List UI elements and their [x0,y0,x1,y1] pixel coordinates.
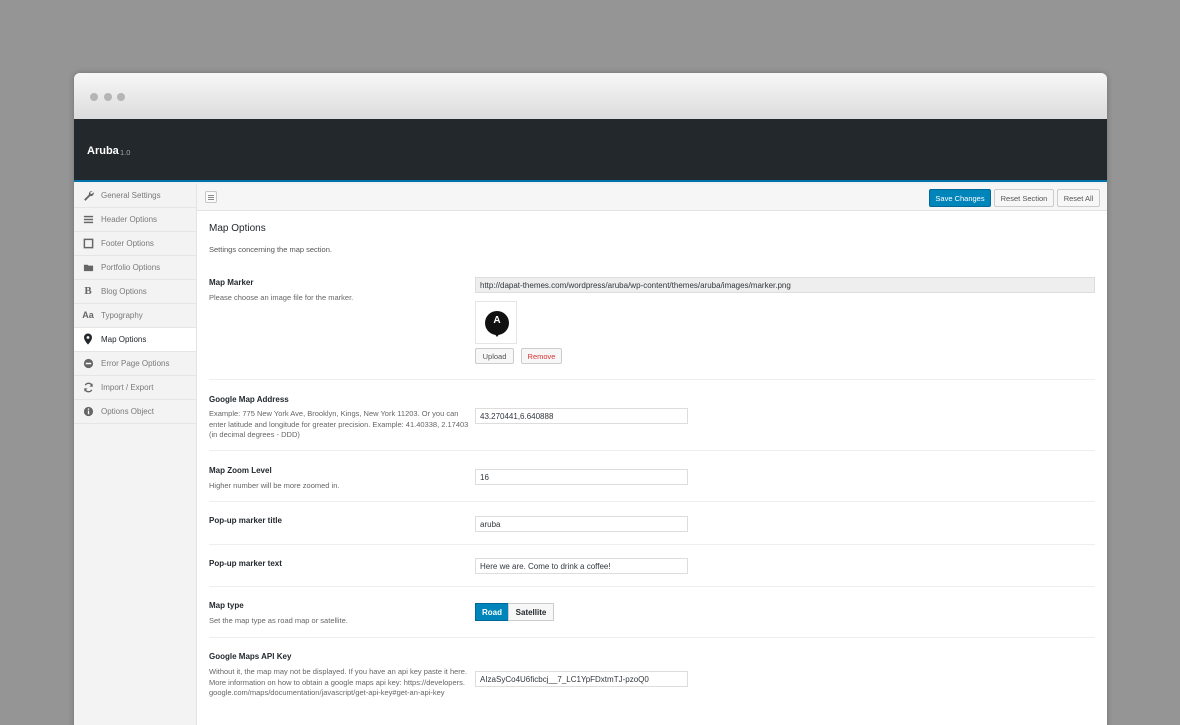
map-address-label: Google Map Address [209,395,289,404]
sidebar-item-typography[interactable]: Aa Typography [74,304,196,328]
zoom-level-description: Higher number will be more zoomed in. [209,481,340,490]
map-marker-label: Map Marker [209,278,254,287]
api-key-field[interactable]: AIzaSyCo4U6ficbcj__7_LC1YpFDxtmTJ-pzoQ0 [475,671,688,687]
sidebar-item-import-export[interactable]: Import / Export [74,376,196,400]
sidebar-item-footer-options[interactable]: Footer Options [74,232,196,256]
popup-title-label: Pop-up marker title [209,516,282,525]
reset-all-button[interactable]: Reset All [1057,189,1100,207]
app-version: 1.0 [120,148,131,157]
sidebar-item-header-options[interactable]: Header Options [74,208,196,232]
zoom-level-label: Map Zoom Level [209,466,272,475]
sidebar-item-label: Footer Options [101,239,154,248]
map-type-description: Set the map type as road map or satellit… [209,616,348,625]
map-type-satellite-option[interactable]: Satellite [508,603,554,621]
sidebar-item-options-object[interactable]: Options Object [74,400,196,424]
remove-button[interactable]: Remove [521,348,562,364]
options-panel: Map Options Settings concerning the map … [197,211,1107,725]
field-divider [209,450,1095,451]
window-dot-maximize[interactable] [117,93,125,101]
map-address-field[interactable]: 43.270441,6.640888 [475,408,688,424]
section-description: Settings concerning the map section. [209,245,332,254]
popup-text-label: Pop-up marker text [209,559,282,568]
section-title: Map Options [209,223,266,234]
app-title: Aruba [87,145,119,157]
window-dot-close[interactable] [90,93,98,101]
sidebar-item-map-options[interactable]: Map Options [74,328,196,352]
sidebar-item-label: Error Page Options [101,359,170,368]
sidebar-item-error-page-options[interactable]: Error Page Options [74,352,196,376]
refresh-icon [82,381,94,393]
field-divider [209,586,1095,587]
wrench-icon [82,189,94,201]
location-pin-icon [82,333,94,345]
folder-icon [82,261,94,273]
window-dot-minimize[interactable] [104,93,112,101]
sidebar-item-blog-options[interactable]: B Blog Options [74,280,196,304]
sidebar-item-label: Header Options [101,215,158,224]
map-type-road-option[interactable]: Road [475,603,509,621]
popup-text-field[interactable]: Here we are. Come to drink a coffee! [475,558,688,574]
popup-title-field[interactable]: aruba [475,516,688,532]
field-divider [209,501,1095,502]
blog-icon: B [84,285,92,297]
marker-preview: A [475,301,517,344]
zoom-level-field[interactable]: 16 [475,469,688,485]
save-changes-button[interactable]: Save Changes [929,189,991,207]
sidebar-item-portfolio-options[interactable]: Portfolio Options [74,256,196,280]
sidebar-item-label: Portfolio Options [101,263,161,272]
sidebar-item-label: Blog Options [101,287,147,296]
expand-options-button[interactable] [205,191,217,203]
info-icon [82,405,94,417]
expand-icon-line [208,197,214,198]
expand-icon-line [208,199,214,200]
map-address-description: Example: 775 New York Ave, Brooklyn, Kin… [209,409,469,439]
expand-icon-line [208,195,214,196]
api-key-description: Without it, the map may not be displayed… [209,667,468,697]
api-key-label: Google Maps API Key [209,652,292,661]
reset-section-button[interactable]: Reset Section [994,189,1054,207]
sidebar-item-label: Import / Export [101,383,154,392]
typography-icon: Aa [82,310,94,320]
field-divider [209,544,1095,545]
upload-button[interactable]: Upload [475,348,514,364]
sidebar-item-label: Typography [101,311,143,320]
menu-icon [82,213,94,225]
sidebar-item-label: Options Object [101,407,154,416]
sidebar-item-general-settings[interactable]: General Settings [74,184,196,208]
sidebar: General Settings Header Options Footer O… [74,184,197,725]
field-divider [209,637,1095,638]
no-entry-icon [82,357,94,369]
field-divider [209,379,1095,380]
sidebar-item-label: Map Options [101,335,147,344]
sidebar-item-label: General Settings [101,191,161,200]
square-icon [82,237,94,249]
map-marker-url-field[interactable]: http://dapat-themes.com/wordpress/aruba/… [475,277,1095,293]
marker-preview-letter: A [493,315,501,326]
options-toolbar: Save Changes Reset Section Reset All [197,184,1107,211]
browser-window: Aruba 1.0 General Settings Header Option… [74,73,1107,725]
window-titlebar [74,73,1107,119]
map-type-label: Map type [209,601,244,610]
options-header: Aruba 1.0 [74,119,1107,182]
map-marker-description: Please choose an image file for the mark… [209,293,354,302]
